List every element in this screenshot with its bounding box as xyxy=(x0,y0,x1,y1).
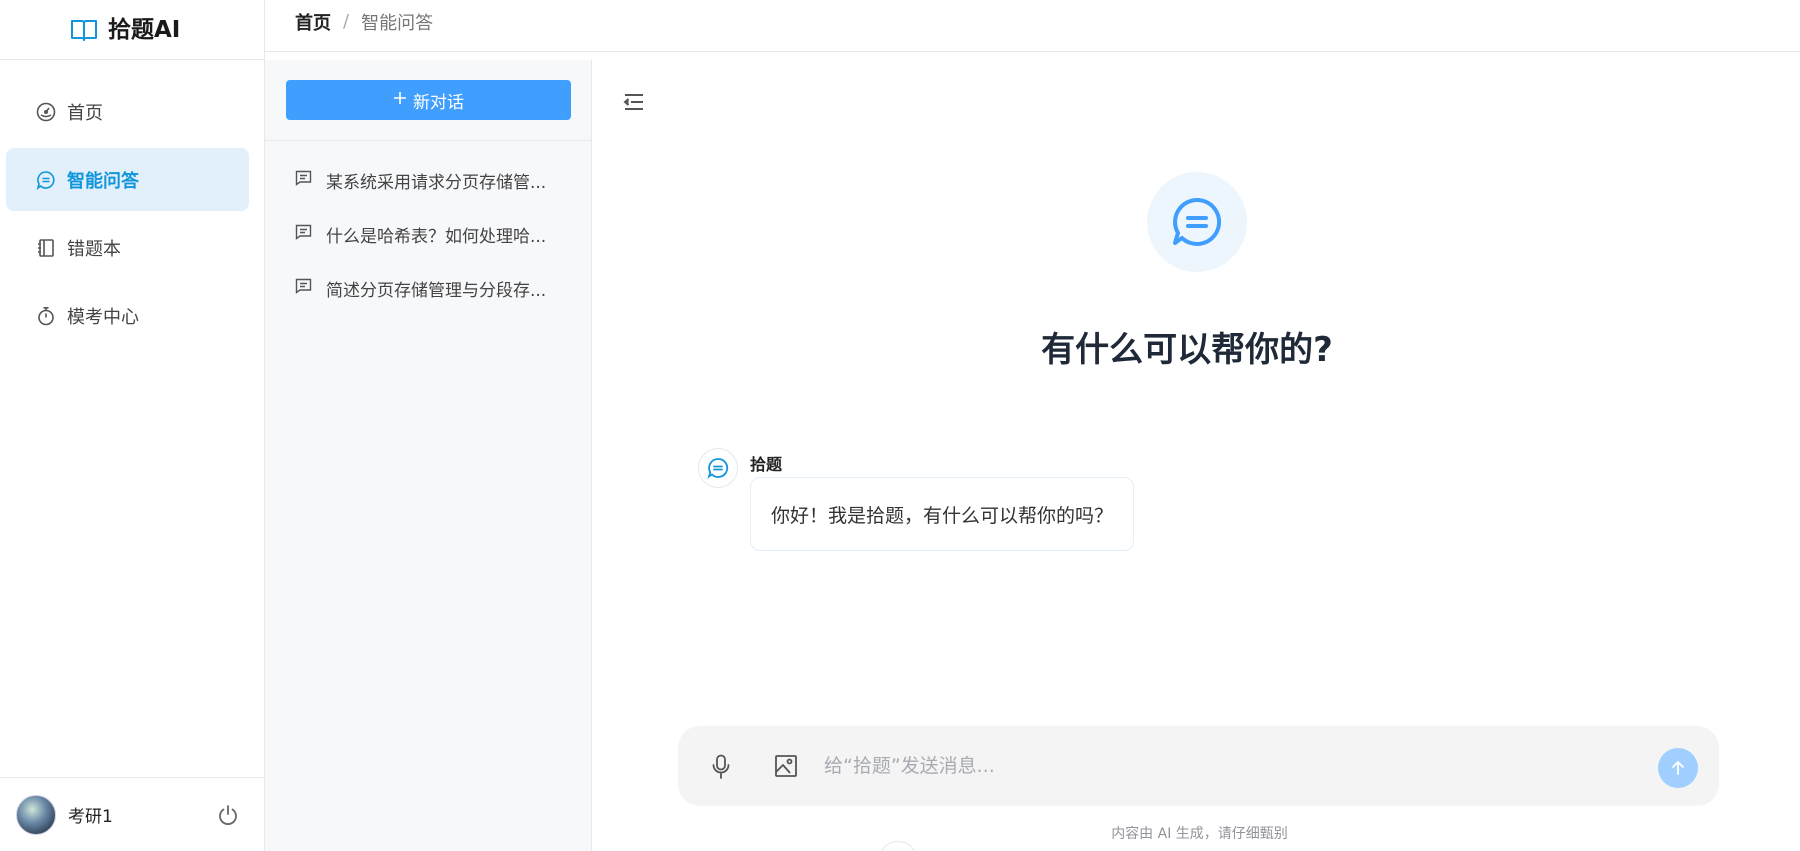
timer-icon xyxy=(35,305,57,327)
chat-bubble-icon xyxy=(35,169,57,191)
power-icon[interactable] xyxy=(217,804,239,826)
conversation-list: 某系统采用请求分页存储管... 什么是哈希表？如何处理哈... 简述分页存储管理… xyxy=(265,153,591,315)
send-button[interactable] xyxy=(1658,748,1698,788)
username: 考研1 xyxy=(68,807,113,827)
new-chat-label: 新对话 xyxy=(413,92,464,113)
image-upload-icon[interactable] xyxy=(774,754,798,778)
hero-chat-icon xyxy=(1147,172,1247,272)
sidebar-item-mock-exam[interactable]: 模考中心 xyxy=(6,284,249,347)
sidebar-item-label: 模考中心 xyxy=(67,306,139,328)
message-composer xyxy=(678,726,1719,806)
sidebar: 拾题AI 首页 智能问答 错题本 模考中心 考研1 xyxy=(0,0,265,851)
chat-main: 有什么可以帮你的? 拾题 你好！我是拾题，有什么可以帮你的吗？ 内容由 AI 生… xyxy=(592,60,1800,851)
avatar[interactable] xyxy=(16,794,56,835)
app-name: 拾题AI xyxy=(108,16,181,43)
sidebar-item-label: 首页 xyxy=(67,102,103,124)
bot-avatar xyxy=(698,448,738,488)
breadcrumb-home[interactable]: 首页 xyxy=(295,9,331,35)
conversation-title: 简述分页存储管理与分段存... xyxy=(326,280,547,301)
menu-fold-icon[interactable] xyxy=(622,90,646,114)
microphone-icon[interactable] xyxy=(711,754,731,780)
message-input[interactable] xyxy=(824,748,1654,784)
new-chat-button[interactable]: 新对话 xyxy=(286,80,571,120)
message-icon xyxy=(295,170,312,191)
book-open-icon xyxy=(70,18,98,42)
list-item[interactable]: 简述分页存储管理与分段存... xyxy=(265,261,591,315)
divider xyxy=(265,140,591,141)
sidebar-item-smart-qa[interactable]: 智能问答 xyxy=(6,148,249,211)
list-item[interactable]: 某系统采用请求分页存储管... xyxy=(265,153,591,207)
list-item[interactable]: 什么是哈希表？如何处理哈... xyxy=(265,207,591,261)
breadcrumb-current: 智能问答 xyxy=(361,12,434,34)
plus-icon xyxy=(393,90,407,110)
message-icon xyxy=(295,224,312,245)
sidebar-nav: 首页 智能问答 错题本 模考中心 xyxy=(0,60,264,347)
user-bar: 考研1 xyxy=(0,777,265,851)
message-icon xyxy=(295,278,312,299)
sidebar-item-mistake-book[interactable]: 错题本 xyxy=(6,216,249,279)
sidebar-item-label: 智能问答 xyxy=(67,170,139,192)
conversation-title: 什么是哈希表？如何处理哈... xyxy=(326,226,547,247)
message-bubble: 你好！我是拾题，有什么可以帮你的吗？ xyxy=(750,477,1135,551)
breadcrumb: 首页 / 智能问答 xyxy=(265,0,1800,52)
conversation-title: 某系统采用请求分页存储管... xyxy=(326,172,547,193)
notebook-icon xyxy=(35,237,57,259)
page-title: 有什么可以帮你的? xyxy=(1041,330,1333,370)
sidebar-item-home[interactable]: 首页 xyxy=(6,80,249,143)
conversation-panel: 新对话 某系统采用请求分页存储管... 什么是哈希表？如何处理哈... 简述分页… xyxy=(265,60,592,851)
ai-disclaimer: 内容由 AI 生成，请仔细甄别 xyxy=(1111,826,1288,842)
dashboard-icon xyxy=(35,101,57,123)
sender-name: 拾题 xyxy=(750,455,783,474)
app-logo[interactable]: 拾题AI xyxy=(0,0,264,60)
breadcrumb-separator: / xyxy=(343,11,350,32)
sidebar-item-label: 错题本 xyxy=(67,238,121,260)
